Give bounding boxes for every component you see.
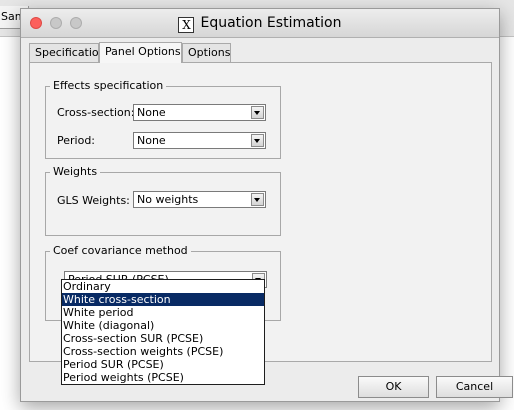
tab-options[interactable]: Options <box>182 43 231 62</box>
cross-section-label: Cross-section: <box>57 106 135 119</box>
gls-weights-combo[interactable]: No weights <box>133 191 266 208</box>
cross-section-combo[interactable]: None <box>133 104 266 121</box>
gls-weights-label: GLS Weights: <box>57 194 130 207</box>
ok-button[interactable]: OK <box>358 376 429 398</box>
dropdown-option[interactable]: Period SUR (PCSE) <box>62 358 264 371</box>
weights-legend: Weights <box>50 165 101 178</box>
chevron-down-icon[interactable] <box>251 193 264 206</box>
tab-specification[interactable]: Specification <box>29 43 106 62</box>
cancel-button[interactable]: Cancel <box>436 376 513 398</box>
dropdown-option[interactable]: Ordinary <box>62 280 264 293</box>
chevron-down-icon[interactable] <box>251 134 264 147</box>
dialog-title-wrap: X Equation Estimation <box>21 15 499 33</box>
period-combo[interactable]: None <box>133 132 266 149</box>
effects-specification-group: Effects specification Cross-section: Non… <box>45 79 281 159</box>
dropdown-option[interactable]: White period <box>62 306 264 319</box>
gls-weights-value: No weights <box>137 193 199 206</box>
eviews-app-icon: X <box>178 17 195 33</box>
dialog-titlebar[interactable]: X Equation Estimation <box>21 9 499 38</box>
dropdown-option[interactable]: Period weights (PCSE) <box>62 371 264 384</box>
dropdown-option[interactable]: White (diagonal) <box>62 319 264 332</box>
chevron-down-icon[interactable] <box>251 106 264 119</box>
effects-specification-legend: Effects specification <box>50 79 167 92</box>
coef-covariance-dropdown-list: Ordinary White cross-section White perio… <box>61 279 265 385</box>
dropdown-option[interactable]: Cross-section weights (PCSE) <box>62 345 264 358</box>
period-label: Period: <box>57 134 96 147</box>
tab-panel-options[interactable]: Panel Options <box>99 42 182 63</box>
cross-section-value: None <box>137 106 166 119</box>
period-value: None <box>137 134 166 147</box>
dialog-title: Equation Estimation <box>200 15 342 31</box>
coef-covariance-legend: Coef covariance method <box>50 244 191 257</box>
dropdown-option[interactable]: Cross-section SUR (PCSE) <box>62 332 264 345</box>
weights-group: Weights GLS Weights: No weights <box>45 165 281 236</box>
dropdown-option-selected[interactable]: White cross-section <box>62 293 264 306</box>
